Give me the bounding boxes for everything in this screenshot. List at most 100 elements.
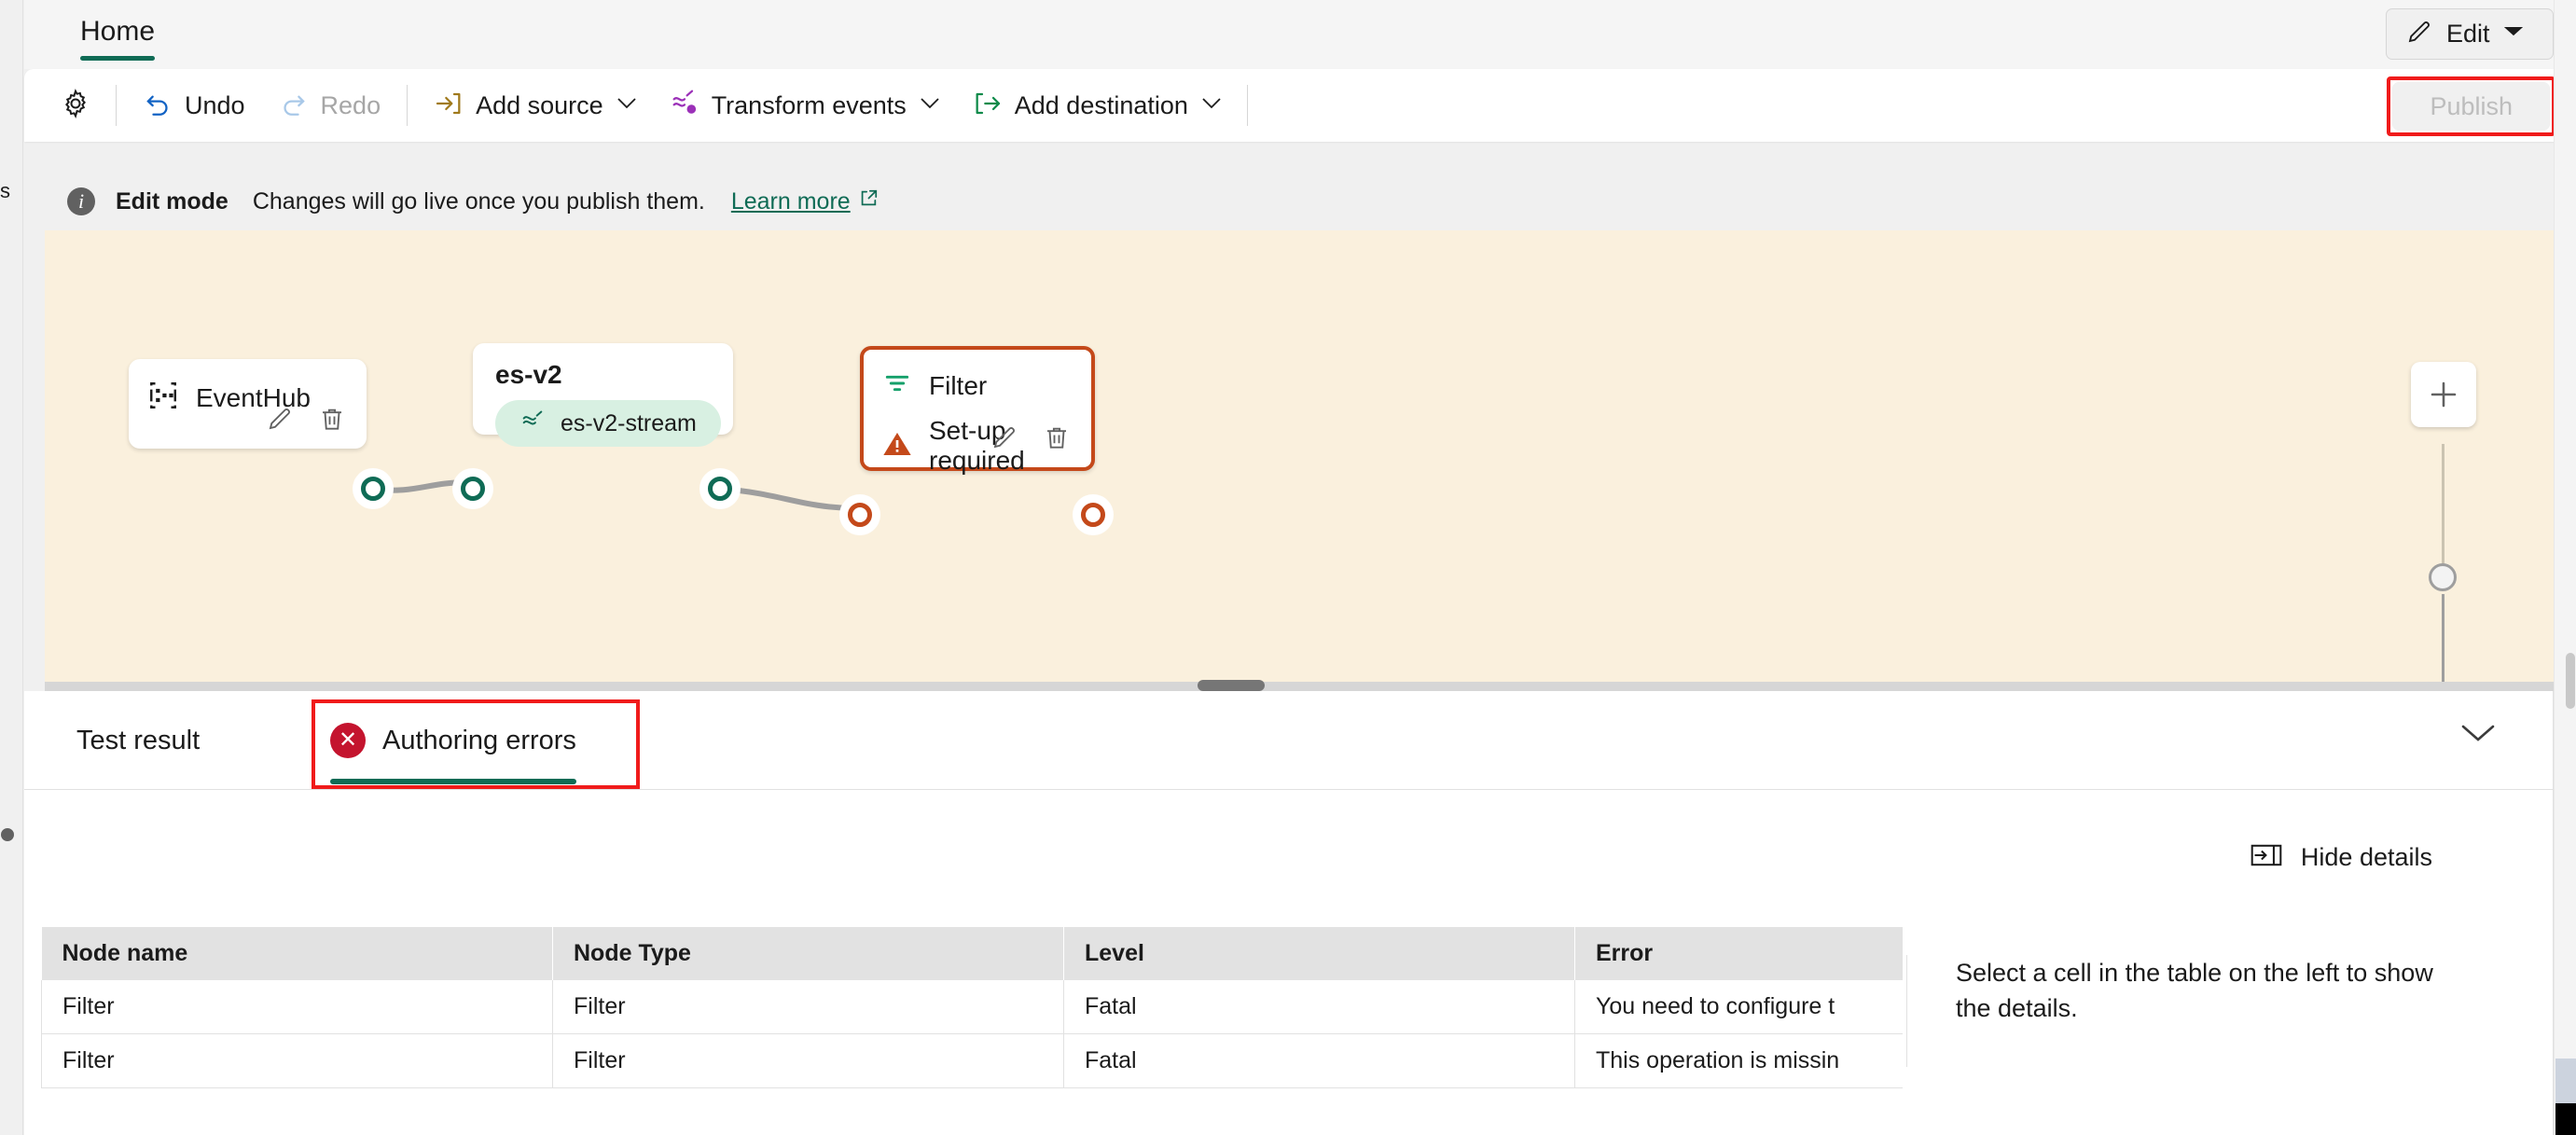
column-header-error[interactable]: Error	[1574, 927, 1903, 980]
zoom-in-button[interactable]	[2411, 362, 2476, 427]
collapse-panel-chevron-down-icon[interactable]	[2460, 722, 2496, 749]
add-destination-button[interactable]: Add destination	[956, 78, 1238, 132]
chevron-down-icon	[2503, 25, 2524, 43]
redo-button[interactable]: Redo	[262, 78, 398, 132]
undo-button[interactable]: Undo	[126, 78, 262, 132]
scrollbar-corner	[2555, 1103, 2576, 1135]
canvas-node-filter[interactable]: Filter Set-up required	[860, 346, 1095, 475]
table-header-row: Node name Node Type Level Error	[41, 927, 1903, 980]
cell-node-name[interactable]: Filter	[41, 980, 553, 1034]
redo-icon	[279, 89, 309, 123]
delete-node-icon[interactable]	[1043, 423, 1071, 456]
canvas-panel-splitter[interactable]	[45, 682, 2554, 691]
edit-mode-button[interactable]: Edit	[2386, 8, 2554, 60]
error-details-panel: Select a cell in the table on the left t…	[1906, 955, 2466, 1067]
canvas-port-filter-out[interactable]	[1081, 503, 1105, 527]
zoom-slider-track-upper[interactable]	[2442, 444, 2444, 568]
cell-error[interactable]: You need to configure t	[1574, 980, 1903, 1034]
warning-icon	[882, 430, 912, 463]
cell-level[interactable]: Fatal	[1063, 980, 1575, 1034]
canvas-node-es-v2[interactable]: es-v2 es-v2-stream	[473, 343, 733, 447]
left-rail-indicator-dot	[1, 828, 14, 841]
tab-home[interactable]: Home	[67, 7, 168, 67]
stream-icon	[519, 408, 546, 439]
canvas-connectors	[372, 474, 867, 518]
publish-button-label: Publish	[2430, 91, 2513, 120]
publish-button[interactable]: Publish	[2392, 82, 2550, 131]
canvas-node-eventhub[interactable]: EventHub	[129, 359, 367, 449]
transform-events-button[interactable]: Transform events	[653, 78, 956, 132]
canvas-port-filter-in[interactable]	[848, 503, 872, 527]
edit-mode-button-label: Edit	[2446, 20, 2490, 48]
canvas-node-filter-title: Filter	[929, 370, 988, 400]
command-bar-separator-2	[407, 85, 409, 126]
chevron-down-icon	[1200, 95, 1221, 116]
pencil-icon	[2405, 18, 2433, 50]
column-header-node-type[interactable]: Node Type	[552, 927, 1064, 980]
page-scrollbar-thumb[interactable]	[2566, 653, 2575, 709]
canvas-port-es-v2-out[interactable]	[708, 477, 732, 501]
authoring-errors-highlight-box	[312, 699, 640, 789]
command-bar-separator-1	[116, 85, 117, 126]
add-destination-label: Add destination	[1014, 90, 1188, 119]
publish-highlight-box: Publish	[2387, 76, 2555, 136]
canvas-port-eventhub-out[interactable]	[361, 477, 385, 501]
gear-icon	[60, 88, 91, 124]
add-source-icon	[434, 89, 464, 123]
hide-details-label: Hide details	[2300, 843, 2432, 871]
tab-test-result[interactable]: Test result	[76, 691, 200, 790]
edit-mode-banner: i Edit mode Changes will go live once yo…	[45, 173, 2554, 230]
eventhub-icon	[147, 380, 179, 416]
secondary-scrollbar-thumb[interactable]	[2555, 1059, 2576, 1103]
learn-more-link-label: Learn more	[730, 187, 851, 215]
cell-node-name[interactable]: Filter	[41, 1033, 553, 1088]
cell-node-type[interactable]: Filter	[552, 1033, 1064, 1088]
bottom-panel-tabrow: Test result ✕ Authoring errors	[24, 691, 2554, 790]
learn-more-link[interactable]: Learn more	[731, 188, 879, 215]
cell-node-type[interactable]: Filter	[552, 980, 1064, 1034]
canvas-node-eventhub-actions	[266, 405, 346, 437]
tab-test-result-label: Test result	[76, 725, 201, 755]
info-icon: i	[67, 187, 95, 215]
transform-events-label: Transform events	[711, 90, 907, 119]
tab-home-underline	[80, 56, 156, 61]
hide-details-button[interactable]: Hide details	[2251, 843, 2432, 872]
external-link-icon	[858, 188, 879, 215]
left-rail: s	[0, 0, 23, 1135]
stream-chip-label: es-v2-stream	[561, 409, 697, 436]
canvas-port-es-v2-in[interactable]	[461, 477, 485, 501]
cell-level[interactable]: Fatal	[1063, 1033, 1575, 1088]
splitter-grip[interactable]	[1198, 680, 1265, 691]
column-header-level[interactable]: Level	[1063, 927, 1575, 980]
add-source-button[interactable]: Add source	[417, 78, 653, 132]
edit-node-icon[interactable]	[266, 405, 294, 437]
chevron-down-icon	[616, 95, 636, 116]
undo-label: Undo	[185, 90, 245, 119]
hide-details-icon	[2251, 843, 2282, 872]
delete-node-icon[interactable]	[318, 405, 346, 437]
authoring-errors-table: Node name Node Type Level Error Filter F…	[41, 927, 1903, 1088]
canvas-node-filter-actions	[990, 423, 1071, 456]
undo-icon	[143, 89, 173, 123]
table-row[interactable]: Filter Filter Fatal You need to configur…	[41, 980, 1903, 1034]
eventstream-canvas[interactable]: EventHub es-v2 es-v2-stream Filter Set-u…	[45, 230, 2554, 682]
transform-events-icon	[670, 89, 699, 123]
edit-node-icon[interactable]	[990, 423, 1018, 456]
authoring-errors-table-wrapper[interactable]: Node name Node Type Level Error Filter F…	[41, 927, 1903, 1123]
edit-mode-banner-title: Edit mode	[116, 187, 229, 215]
table-row[interactable]: Filter Filter Fatal This operation is mi…	[41, 1033, 1903, 1088]
eventstream-editor-page: s Home Edit Undo Redo Add source Transfo…	[0, 0, 2576, 1135]
page-scrollbar-track[interactable]	[2554, 0, 2576, 1135]
add-destination-icon	[973, 89, 1003, 123]
redo-label: Redo	[320, 90, 381, 119]
cell-error[interactable]: This operation is missin	[1574, 1033, 1903, 1088]
column-header-node-name[interactable]: Node name	[41, 927, 553, 980]
stream-chip[interactable]: es-v2-stream	[495, 400, 721, 447]
edit-mode-banner-message: Changes will go live once you publish th…	[252, 187, 705, 215]
canvas-node-es-v2-title: es-v2	[495, 360, 562, 389]
left-rail-clipped-label: s	[0, 179, 10, 202]
error-details-placeholder-text: Select a cell in the table on the left t…	[1956, 959, 2433, 1023]
settings-button[interactable]	[45, 78, 106, 132]
zoom-slider-thumb[interactable]	[2429, 563, 2457, 591]
zoom-slider-track-lower[interactable]	[2442, 594, 2444, 682]
